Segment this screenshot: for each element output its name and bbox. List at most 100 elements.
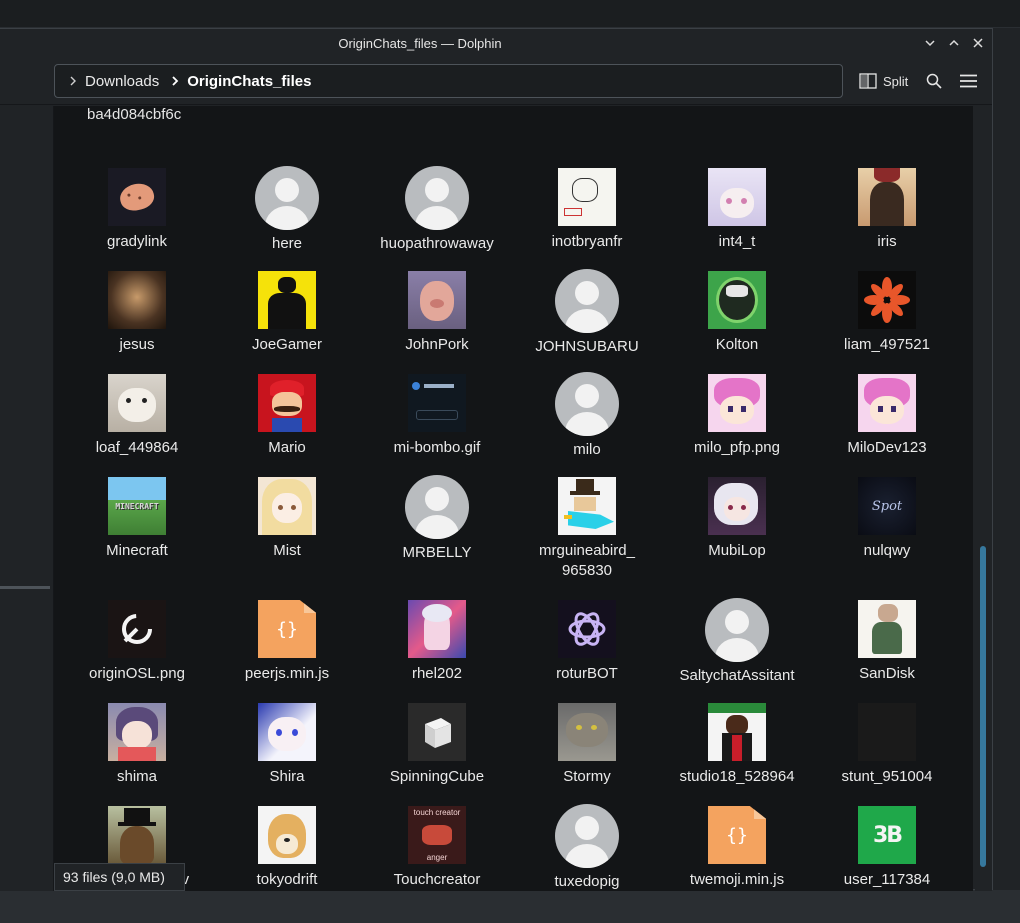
- status-summary: 93 files (9,0 MB): [54, 863, 185, 891]
- file-item[interactable]: tuxedopig: [512, 804, 662, 891]
- file-item[interactable]: Spot nulqwy: [812, 477, 962, 561]
- file-item[interactable]: here: [212, 166, 362, 254]
- file-item[interactable]: Mist: [212, 477, 362, 561]
- file-item[interactable]: MINECRAFT Minecraft: [62, 477, 212, 561]
- file-name: here: [271, 235, 303, 252]
- file-thumbnail: [108, 168, 166, 226]
- file-name: iris: [877, 233, 897, 250]
- file-name: Touchcreator: [393, 871, 481, 888]
- default-avatar-icon: [255, 166, 319, 230]
- file-item[interactable]: tokyodrift: [212, 806, 362, 890]
- file-name: JOHNSUBARU: [535, 338, 639, 355]
- search-icon: [926, 73, 942, 89]
- file-thumbnail: [708, 374, 766, 432]
- close-button[interactable]: [968, 33, 988, 53]
- file-thumbnail: [558, 600, 616, 658]
- file-name: stunt_951004: [841, 768, 933, 785]
- file-item[interactable]: MiloDev123: [812, 374, 962, 458]
- file-item[interactable]: mrguineabird_ 965830: [512, 477, 662, 581]
- file-thumbnail: [108, 271, 166, 329]
- file-name: MiloDev123: [847, 439, 927, 456]
- chevron-up-icon: [949, 39, 959, 46]
- file-item[interactable]: gradylink: [62, 168, 212, 252]
- file-thumbnail: [258, 374, 316, 432]
- file-item[interactable]: Mario: [212, 374, 362, 458]
- file-item[interactable]: Shira: [212, 703, 362, 787]
- file-name: SanDisk: [859, 665, 915, 682]
- touchcreator-top-text: touch creator: [413, 808, 461, 817]
- file-item[interactable]: MRBELLY: [362, 475, 512, 563]
- file-name: Shira: [269, 768, 305, 785]
- file-thumbnail: [858, 271, 916, 329]
- file-item[interactable]: SpinningCube: [362, 703, 512, 787]
- file-item[interactable]: touch creator anger Touchcreator: [362, 806, 512, 890]
- chevron-right-icon[interactable]: [65, 73, 81, 89]
- file-item[interactable]: {} peerjs.min.js: [212, 600, 362, 684]
- breadcrumb-originchats-files[interactable]: OriginChats_files: [187, 73, 311, 90]
- file-item[interactable]: 3B user_117384: [812, 806, 962, 890]
- file-name: peerjs.min.js: [244, 665, 330, 682]
- file-item[interactable]: mi-bombo.gif: [362, 374, 512, 458]
- chevron-right-icon[interactable]: [167, 73, 183, 89]
- file-item[interactable]: {} twemoji.min.js: [662, 806, 812, 890]
- menu-button[interactable]: [960, 66, 977, 96]
- file-item[interactable]: JOHNSUBARU: [512, 269, 662, 357]
- scrollbar-thumb[interactable]: [980, 546, 986, 867]
- file-item[interactable]: Kolton: [662, 271, 812, 355]
- maximize-button[interactable]: [944, 33, 964, 53]
- file-item[interactable]: MubiLop: [662, 477, 812, 561]
- file-item[interactable]: milo: [512, 372, 662, 460]
- panel-separator[interactable]: [0, 586, 50, 589]
- search-button[interactable]: [926, 66, 942, 96]
- file-item[interactable]: huopathrowaway: [362, 166, 512, 254]
- file-name: studio18_528964: [679, 768, 795, 785]
- file-thumbnail: 3B: [858, 806, 916, 864]
- file-item[interactable]: milo_pfp.png: [662, 374, 812, 458]
- file-name: milo_pfp.png: [694, 439, 780, 456]
- file-item[interactable]: inotbryanfr: [512, 168, 662, 252]
- split-button[interactable]: Split: [859, 66, 908, 96]
- file-item[interactable]: stunt_951004: [812, 703, 962, 787]
- file-item[interactable]: roturBOT: [512, 600, 662, 684]
- file-item[interactable]: SanDisk: [812, 600, 962, 684]
- file-name: inotbryanfr: [551, 233, 623, 250]
- file-name: roturBOT: [556, 665, 618, 682]
- breadcrumb[interactable]: Downloads OriginChats_files: [54, 64, 843, 98]
- file-item[interactable]: liam_497521: [812, 271, 962, 355]
- default-avatar-icon: [555, 804, 619, 868]
- titlebar: OriginChats_files — Dolphin: [0, 29, 992, 57]
- file-thumbnail: [408, 374, 466, 432]
- file-item[interactable]: iris: [812, 168, 962, 252]
- touchcreator-bottom-text: anger: [426, 853, 448, 862]
- file-item[interactable]: jesus: [62, 271, 212, 355]
- partial-file-label: ba4d084cbf6c: [87, 106, 182, 123]
- file-item[interactable]: originOSL.png: [62, 600, 212, 684]
- desktop-top-bar: [0, 0, 1020, 28]
- file-item[interactable]: rhel202: [362, 600, 512, 684]
- file-item[interactable]: shima: [62, 703, 212, 787]
- file-item[interactable]: int4_t: [662, 168, 812, 252]
- file-item[interactable]: Stormy: [512, 703, 662, 787]
- minecraft-logo-text: MINECRAFT: [115, 501, 159, 511]
- window-title: OriginChats_files — Dolphin: [338, 36, 502, 51]
- file-name: originOSL.png: [89, 665, 185, 682]
- file-name: Mist: [273, 542, 301, 559]
- file-item[interactable]: loaf_449864: [62, 374, 212, 458]
- minimize-button[interactable]: [920, 33, 940, 53]
- default-avatar-icon: [555, 269, 619, 333]
- default-avatar-icon: [705, 598, 769, 662]
- user-logo-text: 3B: [872, 822, 903, 848]
- breadcrumb-downloads[interactable]: Downloads: [85, 73, 159, 90]
- desktop-taskbar: [0, 890, 1020, 923]
- file-name: Mario: [268, 439, 306, 456]
- javascript-file-icon: {}: [708, 806, 766, 864]
- vertical-scrollbar[interactable]: [975, 106, 992, 891]
- file-thumbnail: [558, 703, 616, 761]
- file-thumbnail: [708, 271, 766, 329]
- file-item[interactable]: studio18_528964: [662, 703, 812, 787]
- file-item[interactable]: JohnPork: [362, 271, 512, 355]
- split-view-icon: [859, 73, 877, 89]
- file-item[interactable]: SaltychatAssitant: [662, 598, 812, 686]
- file-view: ba4d084cbf6c gradylink here huopathrowaw…: [54, 106, 973, 891]
- file-item[interactable]: JoeGamer: [212, 271, 362, 355]
